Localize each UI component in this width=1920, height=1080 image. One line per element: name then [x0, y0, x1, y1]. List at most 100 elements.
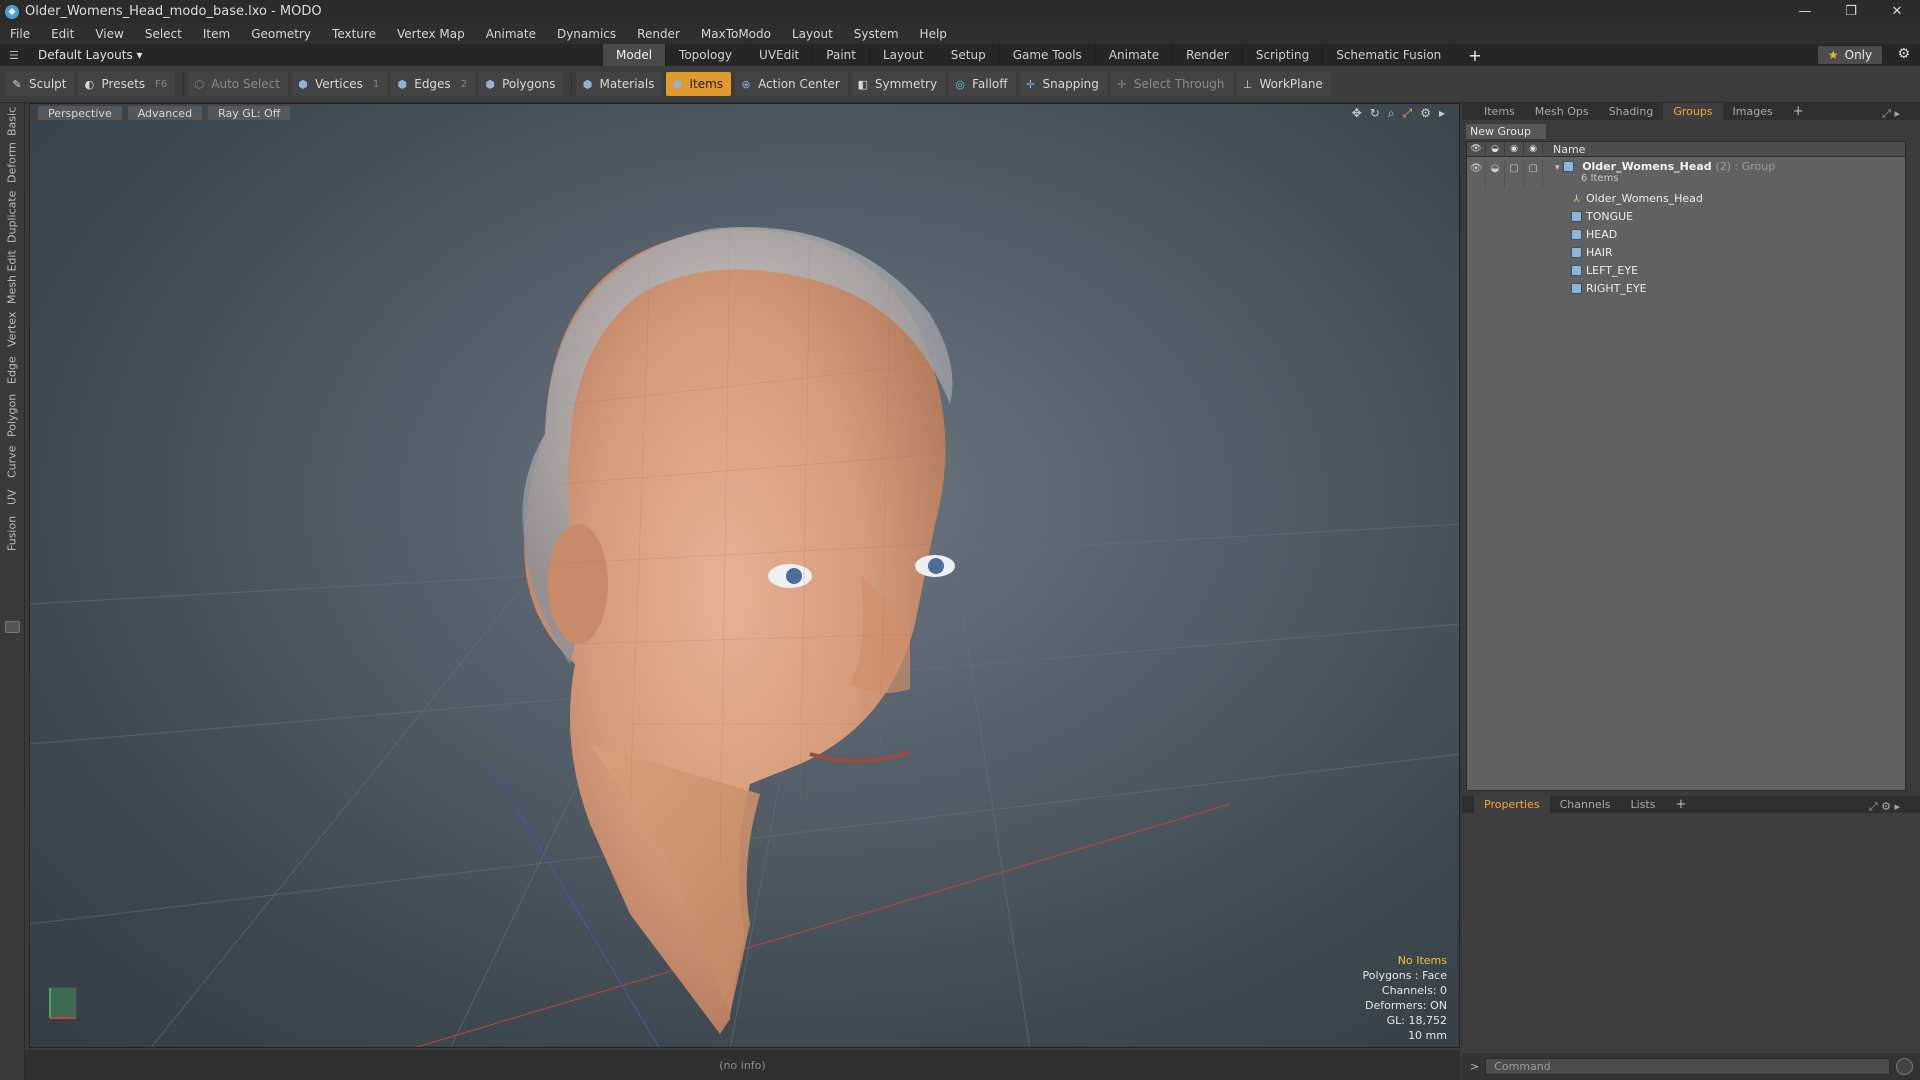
polygons-button[interactable]: ⬢ Polygons — [479, 72, 564, 96]
tab-mesh-ops[interactable]: Mesh Ops — [1525, 103, 1599, 120]
tab-animate[interactable]: Animate — [1096, 44, 1174, 66]
tree-item-tongue[interactable]: TONGUE — [1467, 207, 1905, 225]
rotate-icon[interactable]: ↻ — [1370, 106, 1380, 121]
viewport-info: No Items Polygons : Face Channels: 0 Def… — [1362, 953, 1447, 1043]
tab-groups[interactable]: Groups — [1663, 103, 1723, 120]
tab-game-tools[interactable]: Game Tools — [1000, 44, 1096, 66]
pan-icon[interactable]: ✥ — [1352, 106, 1362, 121]
only-toggle-button[interactable]: ★ Only — [1818, 46, 1882, 64]
menu-vertex-map[interactable]: Vertex Map — [397, 27, 465, 41]
tab-model[interactable]: Model — [603, 44, 667, 66]
menu-dynamics[interactable]: Dynamics — [557, 27, 616, 41]
menu-edit[interactable]: Edit — [51, 27, 74, 41]
menu-item[interactable]: Item — [203, 27, 230, 41]
visibility-column-icon[interactable]: 👁 — [1467, 142, 1486, 157]
expand-icon[interactable]: ⤢ ▸ — [1872, 105, 1910, 122]
close-button[interactable]: ✕ — [1874, 0, 1920, 23]
tab-schematic-fusion[interactable]: Schematic Fusion — [1323, 44, 1456, 66]
snapping-button[interactable]: ✛ Snapping — [1019, 72, 1107, 96]
viewport-settings-icon[interactable]: ⚙ — [1420, 106, 1431, 121]
menu-texture[interactable]: Texture — [332, 27, 376, 41]
tab-mesh-edit[interactable]: Mesh Edit — [3, 249, 21, 305]
group-collapse-icon[interactable]: ▾ — [1555, 163, 1560, 173]
tab-collapse-handle[interactable] — [5, 621, 20, 633]
tab-paint[interactable]: Paint — [813, 44, 870, 66]
visibility-toggle-icon[interactable]: 👁 — [1467, 159, 1486, 189]
command-input[interactable]: Command — [1485, 1058, 1891, 1075]
workplane-button[interactable]: ⊥ WorkPlane — [1236, 72, 1331, 96]
select-toggle-icon[interactable]: ▢ — [1524, 159, 1543, 189]
tab-uvedit[interactable]: UVEdit — [746, 44, 814, 66]
lock-column-icon[interactable]: ◒ — [1486, 142, 1505, 157]
zoom-icon[interactable]: ⌕ — [1388, 106, 1395, 121]
menu-maxtomodo[interactable]: MaxToModo — [701, 27, 771, 41]
menu-select[interactable]: Select — [145, 27, 182, 41]
tab-setup[interactable]: Setup — [938, 44, 1000, 66]
add-layout-tab-button[interactable]: + — [1455, 44, 1494, 66]
tab-vertex[interactable]: Vertex — [3, 309, 21, 349]
new-group-button[interactable]: New Group — [1466, 124, 1546, 139]
tab-fusion[interactable]: Fusion — [3, 513, 21, 553]
add-panel-tab-button[interactable]: + — [1783, 103, 1814, 120]
tree-item-locator[interactable]: ⅄ Older_Womens_Head — [1467, 189, 1905, 207]
sculpt-button[interactable]: ✎ Sculpt — [6, 72, 75, 96]
shading-mode-button[interactable]: Advanced — [127, 106, 203, 120]
tree-item-left-eye[interactable]: LEFT_EYE — [1467, 261, 1905, 279]
menu-render[interactable]: Render — [637, 27, 680, 41]
maximize-button[interactable]: ❐ — [1828, 0, 1874, 23]
tree-item-hair[interactable]: HAIR — [1467, 243, 1905, 261]
menu-animate[interactable]: Animate — [486, 27, 536, 41]
tab-uv[interactable]: UV — [3, 485, 21, 509]
viewport-expand-icon[interactable]: ▸ — [1439, 106, 1445, 121]
tab-curve[interactable]: Curve — [3, 443, 21, 481]
symmetry-button[interactable]: ◧ Symmetry — [851, 72, 946, 96]
tab-scripting[interactable]: Scripting — [1243, 44, 1324, 66]
render-toggle-icon[interactable]: ▢ — [1505, 159, 1524, 189]
tab-items[interactable]: Items — [1474, 103, 1525, 120]
group-row[interactable]: 👁 ◒ ▢ ▢ ▾ Older_Womens_Head (2) : Group … — [1467, 157, 1905, 189]
render-column-icon[interactable]: ◉ — [1505, 142, 1524, 157]
menu-system[interactable]: System — [854, 27, 899, 41]
layout-selector[interactable]: Default Layouts ▾ — [38, 48, 143, 62]
menu-geometry[interactable]: Geometry — [251, 27, 311, 41]
select-through-button[interactable]: ✛ Select Through — [1110, 72, 1233, 96]
minimize-button[interactable]: — — [1782, 0, 1828, 23]
tab-shading[interactable]: Shading — [1599, 103, 1664, 120]
gear-icon[interactable]: ⚙ — [1897, 46, 1910, 62]
3d-viewport[interactable]: Perspective Advanced Ray GL: Off ✥ ↻ ⌕ ⤢… — [29, 103, 1460, 1048]
tab-render[interactable]: Render — [1173, 44, 1243, 66]
vertices-button[interactable]: ⬢ Vertices 1 — [291, 72, 388, 96]
tab-images[interactable]: Images — [1723, 103, 1783, 120]
action-center-button[interactable]: ⊕ Action Center — [735, 72, 848, 96]
menu-file[interactable]: File — [10, 27, 30, 41]
tab-topology[interactable]: Topology — [666, 44, 747, 66]
select-column-icon[interactable]: ◉ — [1524, 142, 1543, 157]
tab-edge[interactable]: Edge — [3, 353, 21, 387]
tab-channels[interactable]: Channels — [1550, 796, 1621, 813]
tree-item-right-eye[interactable]: RIGHT_EYE — [1467, 279, 1905, 297]
tab-properties[interactable]: Properties — [1474, 796, 1550, 813]
tab-basic[interactable]: Basic — [3, 105, 21, 137]
tree-item-head[interactable]: HEAD — [1467, 225, 1905, 243]
fit-icon[interactable]: ⤢ — [1403, 106, 1413, 121]
materials-button[interactable]: ⬢ Materials — [576, 72, 663, 96]
edges-button[interactable]: ⬢ Edges 2 — [391, 72, 476, 96]
falloff-button[interactable]: ◎ Falloff — [949, 72, 1016, 96]
layout-menu-icon[interactable]: ☰ — [9, 49, 23, 62]
menu-view[interactable]: View — [95, 27, 123, 41]
tab-deform[interactable]: Deform — [3, 141, 21, 185]
menu-layout[interactable]: Layout — [792, 27, 833, 41]
tab-lists[interactable]: Lists — [1621, 796, 1666, 813]
raygl-button[interactable]: Ray GL: Off — [208, 106, 291, 120]
command-history-button[interactable] — [1896, 1058, 1914, 1075]
view-mode-button[interactable]: Perspective — [38, 106, 122, 120]
menu-help[interactable]: Help — [920, 27, 947, 41]
tab-polygon[interactable]: Polygon — [3, 391, 21, 439]
items-button[interactable]: ⬢ Items — [666, 72, 732, 96]
tab-duplicate[interactable]: Duplicate — [3, 189, 21, 245]
tab-layout[interactable]: Layout — [870, 44, 938, 66]
presets-button[interactable]: ◐ Presets F6 — [78, 72, 176, 96]
lock-toggle-icon[interactable]: ◒ — [1486, 159, 1505, 189]
auto-select-button[interactable]: ⬡ Auto Select — [188, 72, 288, 96]
add-props-tab-button[interactable]: + — [1665, 796, 1696, 813]
